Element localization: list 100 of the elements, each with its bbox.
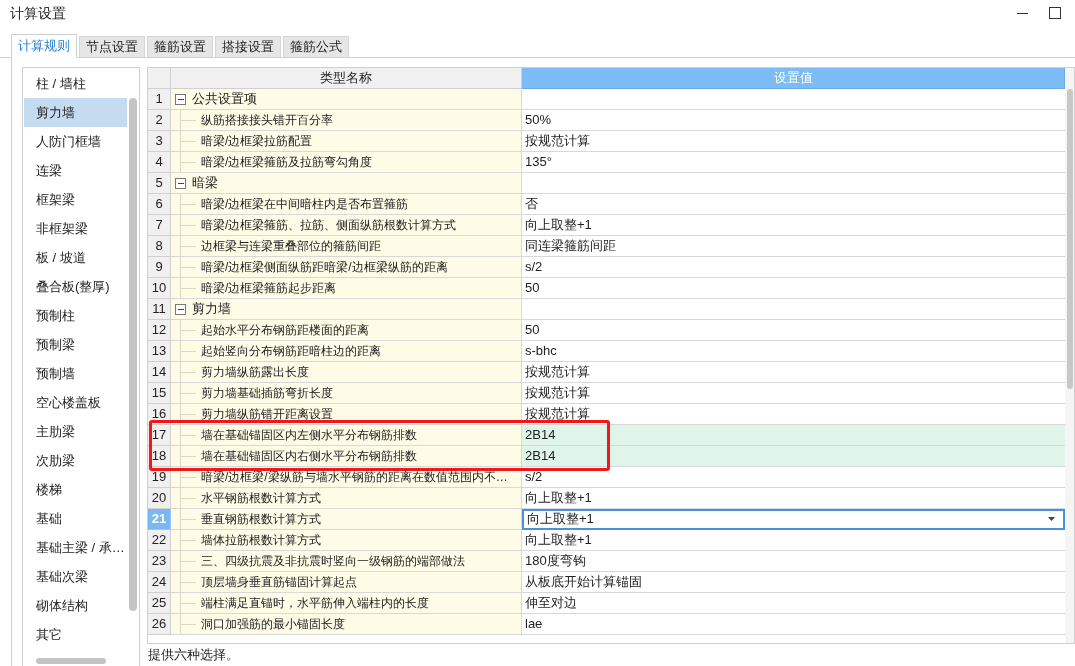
tree-line <box>180 151 196 173</box>
setting-name: 暗梁/边框梁箍筋及拉筋弯勾角度 <box>201 154 373 171</box>
tree-line <box>180 319 196 341</box>
tab[interactable]: 计算规则 <box>11 34 77 58</box>
tab[interactable]: 节点设置 <box>79 36 145 57</box>
scrollbar[interactable] <box>1066 89 1073 389</box>
row-number: 20 <box>148 488 171 509</box>
row-number: 14 <box>148 362 171 383</box>
setting-name: 暗梁/边框梁拉筋配置 <box>201 133 313 150</box>
group-name: 暗梁 <box>192 174 218 193</box>
row-number: 5 <box>148 173 171 194</box>
row-number: 25 <box>148 593 171 614</box>
tree-line <box>180 382 196 404</box>
setting-value: 向上取整+1 <box>524 489 592 508</box>
tree-line <box>180 277 196 299</box>
row-number: 18 <box>148 446 171 467</box>
sidebar-item[interactable]: 柱 / 墙柱 <box>24 69 127 98</box>
tree-line <box>180 403 196 425</box>
row-number: 9 <box>148 257 171 278</box>
collapse-icon[interactable] <box>175 177 186 189</box>
group-name: 公共设置项 <box>192 90 257 109</box>
setting-name: 剪力墙纵筋错开距离设置 <box>201 406 333 423</box>
setting-name: 墙在基础锚固区内右侧水平分布钢筋排数 <box>201 448 417 465</box>
row-number: 19 <box>148 467 171 488</box>
tab[interactable]: 搭接设置 <box>215 36 281 57</box>
setting-value: 2B14 <box>524 447 556 466</box>
row-number: 8 <box>148 236 171 257</box>
value-dropdown[interactable]: 向上取整+1 <box>522 508 1065 530</box>
sidebar-item[interactable]: 预制墙 <box>24 359 127 388</box>
row-number: 11 <box>148 299 171 320</box>
sidebar-item[interactable]: 其它 <box>24 620 127 649</box>
setting-name: 顶层墙身垂直筋锚固计算起点 <box>201 574 357 591</box>
sidebar-item[interactable]: 主肋梁 <box>24 417 127 446</box>
tree-line <box>180 130 196 152</box>
setting-name: 边框梁与连梁重叠部位的箍筋间距 <box>201 238 381 255</box>
row-number: 22 <box>148 530 171 551</box>
setting-name: 墙体拉筋根数计算方式 <box>201 532 321 549</box>
setting-name: 墙在基础锚固区内左侧水平分布钢筋排数 <box>201 427 417 444</box>
tab[interactable]: 箍筋公式 <box>283 36 349 57</box>
setting-value: 2B14 <box>524 426 556 445</box>
scrollbar[interactable] <box>129 98 137 611</box>
tree-line <box>180 214 196 236</box>
sidebar-item[interactable]: 板 / 坡道 <box>24 243 127 272</box>
sidebar-item[interactable]: 连梁 <box>24 156 127 185</box>
setting-value: 按规范计算 <box>524 132 590 151</box>
group-name: 剪力墙 <box>192 300 231 319</box>
scrollbar[interactable] <box>36 658 106 664</box>
caret-icon <box>1048 517 1055 521</box>
collapse-icon[interactable] <box>175 93 186 105</box>
setting-name: 水平钢筋根数计算方式 <box>201 490 321 507</box>
setting-value: 否 <box>524 195 538 214</box>
sidebar-item[interactable]: 基础次梁 <box>24 562 127 591</box>
sidebar-item[interactable]: 基础 <box>24 504 127 533</box>
tab[interactable]: 箍筋设置 <box>147 36 213 57</box>
row-number: 13 <box>148 341 171 362</box>
tree-line <box>180 109 196 131</box>
setting-name: 起始竖向分布钢筋距暗柱边的距离 <box>201 343 381 360</box>
tree-line <box>180 529 196 551</box>
tree-line <box>180 235 196 257</box>
sidebar-item[interactable]: 次肋梁 <box>24 446 127 475</box>
tree-line <box>180 487 196 509</box>
setting-name: 端柱满足直锚时，水平筋伸入端柱内的长度 <box>201 595 429 612</box>
collapse-icon[interactable] <box>175 303 186 315</box>
sidebar-item[interactable]: 非框架梁 <box>24 214 127 243</box>
sidebar-item[interactable]: 基础主梁 / 承… <box>24 533 127 562</box>
setting-value: 按规范计算 <box>524 363 590 382</box>
column-header[interactable]: 类型名称 <box>171 68 522 89</box>
setting-value: 按规范计算 <box>524 405 590 424</box>
tree-line <box>180 193 196 215</box>
setting-name: 起始水平分布钢筋距楼面的距离 <box>201 322 369 339</box>
setting-value: lae <box>524 615 543 634</box>
sidebar-item[interactable]: 人防门框墙 <box>24 127 127 156</box>
sidebar-item[interactable]: 叠合板(整厚) <box>24 272 127 301</box>
setting-value: 50% <box>524 111 552 130</box>
tree-line <box>180 613 196 635</box>
maximize-button[interactable] <box>1049 7 1061 19</box>
sidebar-item[interactable]: 楼梯 <box>24 475 127 504</box>
row-number: 2 <box>148 110 171 131</box>
sidebar-item[interactable]: 框架梁 <box>24 185 127 214</box>
setting-value: 按规范计算 <box>524 384 590 403</box>
setting-value: s/2 <box>524 468 543 487</box>
sidebar-item[interactable]: 预制柱 <box>24 301 127 330</box>
row-number: 12 <box>148 320 171 341</box>
setting-name: 暗梁/边框梁在中间暗柱内是否布置箍筋 <box>201 196 409 213</box>
setting-value: s-bhc <box>524 342 557 361</box>
sidebar-item[interactable]: 预制梁 <box>24 330 127 359</box>
tree-line <box>180 508 196 530</box>
setting-value: 同连梁箍筋间距 <box>524 237 616 256</box>
tree-line <box>180 466 196 488</box>
setting-name: 纵筋搭接接头错开百分率 <box>201 112 333 129</box>
sidebar-item[interactable]: 空心楼盖板 <box>24 388 127 417</box>
setting-value: 伸至对边 <box>524 594 577 613</box>
sidebar-item[interactable]: 砌体结构 <box>24 591 127 620</box>
setting-name: 暗梁/边框梁/梁纵筋与墙水平钢筋的距离在数值范围内不… <box>201 469 508 486</box>
row-number: 3 <box>148 131 171 152</box>
setting-value: 180度弯钩 <box>524 552 586 571</box>
sidebar-item[interactable]: 剪力墙 <box>24 98 127 127</box>
setting-name: 三、四级抗震及非抗震时竖向一级钢筋的端部做法 <box>201 553 465 570</box>
setting-name: 洞口加强筋的最小锚固长度 <box>201 616 345 633</box>
row-number: 6 <box>148 194 171 215</box>
